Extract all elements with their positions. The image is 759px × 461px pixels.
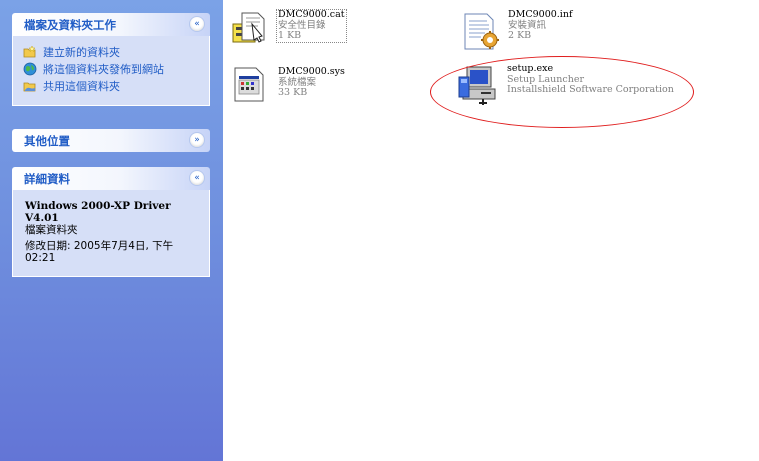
file-size: 2 KB (508, 30, 532, 41)
task-new-folder-label: 建立新的資料夾 (43, 46, 120, 59)
task-share-folder[interactable]: 共用這個資料夾 (23, 78, 201, 95)
other-places-panel: 其他位置 » (12, 129, 210, 152)
task-publish-web[interactable]: 將這個資料夾發佈到網站 (23, 61, 201, 78)
other-places-header[interactable]: 其他位置 » (12, 129, 210, 152)
file-name: setup.exe (507, 63, 554, 74)
setup-information-icon (464, 13, 499, 50)
details-body: Windows 2000-XP Driver V4.01 檔案資料夾 修改日期:… (12, 190, 210, 277)
file-publisher: Installshield Software Corporation (507, 84, 674, 95)
details-panel: 詳細資料 « Windows 2000-XP Driver V4.01 檔案資料… (12, 167, 210, 277)
system-file-icon (234, 67, 264, 102)
file-folder-tasks-body: 建立新的資料夾 將這個資料夾發佈到網站 共用這個資料夾 (12, 36, 210, 106)
file-name: DMC9000.sys (278, 66, 345, 77)
file-name: DMC9000.cat (278, 9, 345, 20)
details-title: 詳細資料 (24, 172, 70, 186)
security-catalog-icon (232, 12, 265, 43)
new-folder-icon (23, 45, 36, 58)
file-size: 33 KB (278, 87, 308, 98)
details-modified-date: 修改日期: 2005年7月4日, 下午 02:21 (25, 240, 174, 264)
file-size: 1 KB (278, 30, 302, 41)
details-folder-name-line2: V4.01 (25, 212, 59, 224)
collapse-chevron-icon[interactable]: « (189, 16, 205, 32)
file-folder-tasks-panel: 檔案及資料夾工作 « 建立新的資料夾 將這個資料夾發佈到網站 共用這個資料夾 (12, 13, 210, 106)
task-share-folder-label: 共用這個資料夾 (43, 80, 120, 93)
other-places-title: 其他位置 (24, 134, 70, 148)
collapse-chevron-icon[interactable]: « (189, 170, 205, 186)
file-folder-tasks-title: 檔案及資料夾工作 (24, 18, 116, 32)
publish-web-icon (23, 62, 37, 76)
share-folder-icon (23, 82, 36, 92)
task-publish-web-label: 將這個資料夾發佈到網站 (43, 63, 164, 76)
details-folder-type: 檔案資料夾 (25, 224, 78, 236)
details-header[interactable]: 詳細資料 « (12, 167, 210, 190)
task-new-folder[interactable]: 建立新的資料夾 (23, 44, 201, 61)
file-folder-tasks-header[interactable]: 檔案及資料夾工作 « (12, 13, 210, 36)
task-pane: 檔案及資料夾工作 « 建立新的資料夾 將這個資料夾發佈到網站 共用這個資料夾 其… (0, 0, 223, 461)
setup-launcher-icon (458, 66, 496, 105)
file-name: DMC9000.inf (508, 9, 573, 20)
details-folder-name-line1: Windows 2000-XP Driver (25, 200, 171, 212)
expand-chevron-icon[interactable]: » (189, 132, 205, 148)
